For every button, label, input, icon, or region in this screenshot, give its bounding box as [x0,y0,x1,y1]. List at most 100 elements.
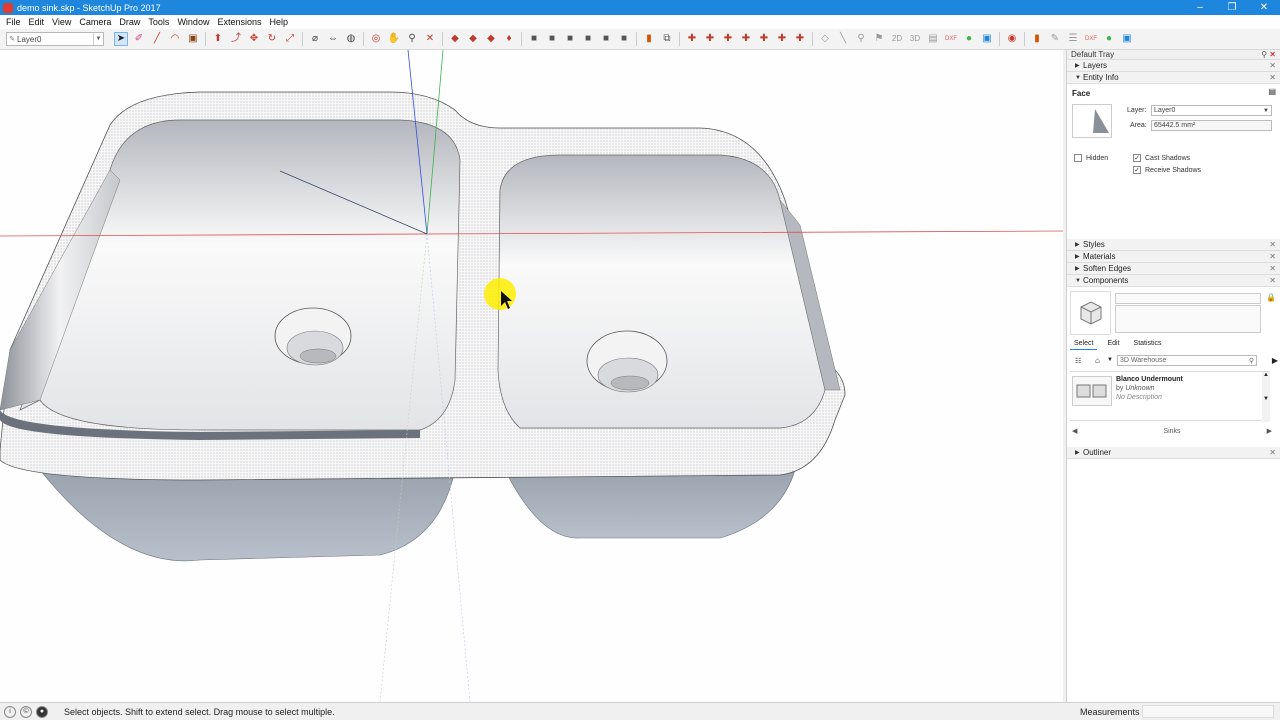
tab-select[interactable]: Select [1070,338,1098,350]
menu-view[interactable]: View [48,17,75,27]
layout-icon[interactable]: ▣ [980,32,994,46]
pin-icon[interactable]: ⚲ [854,32,868,46]
chevron-down-icon[interactable]: ▼ [1263,108,1269,114]
panel-entity-info[interactable]: ▼ Entity Info ✕ [1067,72,1280,84]
warehouse-search-input[interactable]: 3D Warehouse ⚲ [1117,355,1257,366]
details-icon[interactable]: ▤ [1268,87,1276,96]
green-circle-icon[interactable]: ● [1102,32,1116,46]
eraser-tool-icon[interactable]: ✐ [132,32,146,46]
push-pull-tool-icon[interactable]: ⬆ [211,32,225,46]
layer-dropdown[interactable]: ✎ Layer0 ▼ [6,32,104,46]
green-circle-icon[interactable]: ● [962,32,976,46]
model-viewport[interactable] [0,50,1063,702]
sandbox-tool-icon[interactable]: ✚ [775,32,789,46]
sandbox-tool-icon[interactable]: ✚ [793,32,807,46]
section-display-icon[interactable]: ⧉ [660,32,674,46]
menu-help[interactable]: Help [265,17,292,27]
component-name-field[interactable] [1115,293,1261,304]
sandbox-tool-icon[interactable]: ✚ [739,32,753,46]
view-front-icon[interactable]: ■ [563,32,577,46]
close-icon[interactable]: ✕ [1269,264,1276,273]
menu-extensions[interactable]: Extensions [213,17,265,27]
component-list-item[interactable]: Blanco Undermount by Unknown No Descript… [1070,371,1270,422]
user-icon[interactable]: ● [36,705,48,718]
edit-icon[interactable]: ✎ [1048,32,1062,46]
view-top-icon[interactable]: ■ [545,32,559,46]
orbit-tool-icon[interactable]: ◎ [369,32,383,46]
sandbox-tool-icon[interactable]: ✚ [703,32,717,46]
view-options-icon[interactable]: ☷ [1075,357,1081,365]
list-icon[interactable]: ☰ [1066,32,1080,46]
line-tool-icon[interactable]: ╱ [150,32,164,46]
layout-icon[interactable]: ▣ [1120,32,1134,46]
rotate-tool-icon[interactable]: ↻ [265,32,279,46]
share-model-icon[interactable]: ◆ [466,32,480,46]
close-icon[interactable]: ✕ [1269,276,1276,285]
credits-icon[interactable]: © [20,705,32,718]
sandbox-tool-icon[interactable]: ✚ [757,32,771,46]
menu-camera[interactable]: Camera [75,17,115,27]
panel-styles[interactable]: ▶ Styles ✕ [1067,239,1280,251]
2d-view-icon[interactable]: 2D [890,32,904,46]
restore-button[interactable]: ❐ [1216,0,1248,15]
pan-tool-icon[interactable]: ✋ [387,32,401,46]
navigation-dropdown-icon[interactable]: ▼ [1107,357,1113,363]
location-icon[interactable]: ◇ [818,32,832,46]
receive-shadows-checkbox[interactable]: ✓ Receive Shadows [1133,166,1201,174]
menu-tools[interactable]: Tools [144,17,173,27]
paint-bucket-tool-icon[interactable]: ◍ [344,32,358,46]
home-icon[interactable]: ⌂ [1095,356,1100,365]
layer-field[interactable]: Layer0 ▼ [1151,105,1272,116]
arc-tool-icon[interactable]: ◠ [168,32,182,46]
move-tool-icon[interactable]: ✥ [247,32,261,46]
panel-components[interactable]: ▼ Components ✕ [1067,275,1280,287]
menu-edit[interactable]: Edit [25,17,49,27]
zoom-extents-tool-icon[interactable]: ✕ [423,32,437,46]
flag-icon[interactable]: ⚑ [872,32,886,46]
component-description-field[interactable] [1115,305,1261,333]
material-icon[interactable]: ▮ [1030,32,1044,46]
panel-layers[interactable]: ▶ Layers ✕ [1067,60,1280,72]
search-icon[interactable]: ⚲ [1249,357,1254,365]
rectangle-tool-icon[interactable]: ▣ [186,32,200,46]
3d-view-icon[interactable]: 3D [908,32,922,46]
close-icon[interactable]: ✕ [1269,448,1276,457]
menu-draw[interactable]: Draw [115,17,144,27]
close-icon[interactable]: ✕ [1269,61,1276,70]
close-icon[interactable]: ✕ [1269,240,1276,249]
document-icon[interactable]: ▤ [926,32,940,46]
scrollbar[interactable]: ▲ ▼ [1262,372,1270,422]
component-item-name[interactable]: Blanco Undermount [1116,376,1183,383]
chevron-down-icon[interactable]: ▼ [93,33,103,45]
tape-measure-tool-icon[interactable]: ⌀ [308,32,322,46]
material-swatch[interactable] [1072,104,1112,138]
view-iso-icon[interactable]: ■ [527,32,541,46]
scale-tool-icon[interactable]: ⤢ [283,32,297,46]
close-icon[interactable]: ✕ [1269,50,1276,59]
lock-icon[interactable]: 🔒 [1266,293,1276,302]
sandbox-tool-icon[interactable]: ✚ [685,32,699,46]
extension-warehouse-icon[interactable]: ♦ [502,32,516,46]
pin-icon[interactable]: ⚲ [1261,50,1267,59]
panel-soften-edges[interactable]: ▶ Soften Edges ✕ [1067,263,1280,275]
line-draw-icon[interactable]: ╲ [836,32,850,46]
cast-shadows-checkbox[interactable]: ✓ Cast Shadows [1133,154,1190,162]
sink-model-drawing[interactable] [0,50,1063,702]
close-icon[interactable]: ✕ [1269,73,1276,82]
tab-edit[interactable]: Edit [1103,338,1123,350]
select-tool-icon[interactable]: ➤ [114,32,128,46]
sandbox-tool-icon[interactable]: ✚ [721,32,735,46]
export-icon[interactable]: DXF [944,32,958,46]
close-button[interactable]: ✕ [1248,0,1280,15]
section-plane-icon[interactable]: ▮ [642,32,656,46]
share-component-icon[interactable]: ◆ [484,32,498,46]
panel-outliner[interactable]: ▶ Outliner ✕ [1067,447,1280,459]
measurements-field[interactable] [1142,705,1274,718]
follow-me-tool-icon[interactable]: ⤴ [229,32,243,46]
dxf-icon[interactable]: DXF [1084,32,1098,46]
warehouse-icon[interactable]: ◆ [448,32,462,46]
record-icon[interactable]: ◉ [1005,32,1019,46]
view-back-icon[interactable]: ■ [599,32,613,46]
menu-file[interactable]: File [2,17,25,27]
tab-statistics[interactable]: Statistics [1130,338,1166,350]
